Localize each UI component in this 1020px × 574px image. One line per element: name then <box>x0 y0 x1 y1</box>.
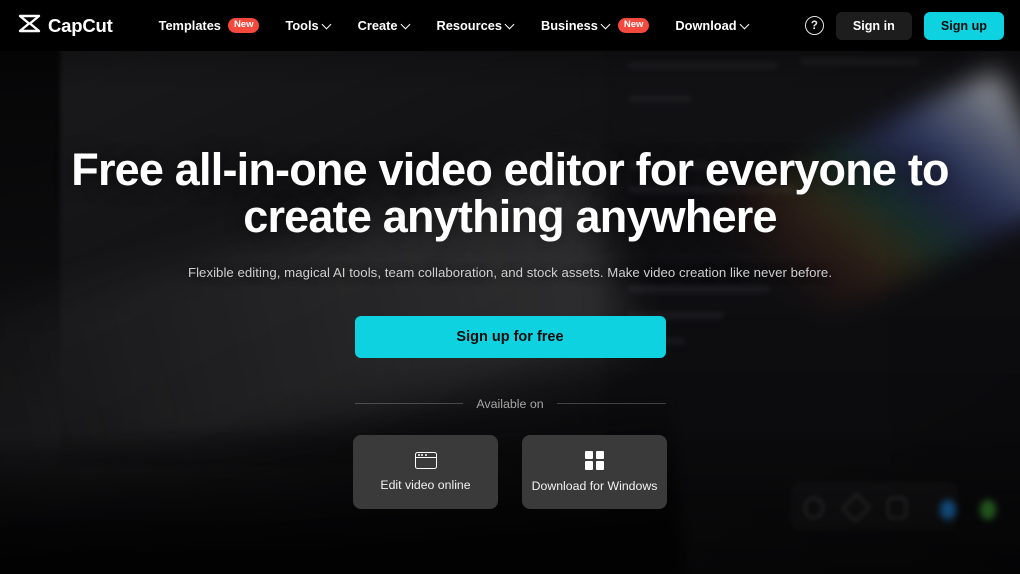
nav-item-create[interactable]: Create <box>348 12 421 39</box>
badge-new: New <box>617 18 650 33</box>
brand-logo[interactable]: CapCut <box>18 14 113 38</box>
nav-label: Download <box>675 18 737 33</box>
hero-subtitle: Flexible editing, magical AI tools, team… <box>187 264 833 280</box>
sign-up-for-free-button[interactable]: Sign up for free <box>354 315 666 358</box>
platform-label: Download for Windows <box>531 478 658 493</box>
platform-options: Edit video online Download for Windows <box>353 434 667 509</box>
download-for-windows-card[interactable]: Download for Windows <box>522 434 667 509</box>
primary-navigation: Templates New Tools Create Resources Bus… <box>149 12 760 39</box>
nav-item-tools[interactable]: Tools <box>275 12 341 39</box>
chevron-down-icon <box>323 20 332 29</box>
brand-name: CapCut <box>48 14 113 36</box>
chevron-down-icon <box>402 20 411 29</box>
sign-up-button[interactable]: Sign up <box>923 11 1004 40</box>
help-icon[interactable]: ? <box>804 16 824 35</box>
chevron-down-icon <box>741 20 750 29</box>
nav-label: Create <box>357 18 398 33</box>
chevron-down-icon <box>506 20 515 29</box>
chevron-down-icon <box>602 20 611 29</box>
nav-item-download[interactable]: Download <box>665 12 759 39</box>
nav-item-resources[interactable]: Resources <box>427 12 525 39</box>
divider-rule-right <box>556 403 666 405</box>
hero-section: Free all-in-one video editor for everyon… <box>0 51 1020 574</box>
capcut-landing-page: CapCut Templates New Tools Create Resour… <box>0 0 1020 574</box>
available-on-divider: Available on <box>354 396 666 411</box>
windows-logo-icon <box>585 450 604 470</box>
sign-in-button[interactable]: Sign in <box>835 11 912 40</box>
page-title: Free all-in-one video editor for everyon… <box>60 144 960 242</box>
platform-label: Edit video online <box>380 477 471 492</box>
browser-window-icon <box>414 451 437 469</box>
available-on-label: Available on <box>476 396 544 411</box>
nav-label: Templates <box>158 18 221 33</box>
nav-label: Business <box>540 18 598 33</box>
header-actions: ? Sign in Sign up <box>804 11 1004 40</box>
edit-video-online-card[interactable]: Edit video online <box>353 434 498 509</box>
headline-line-2: create anything anywhere <box>243 190 777 242</box>
nav-label: Tools <box>285 18 319 33</box>
site-header: CapCut Templates New Tools Create Resour… <box>0 0 1020 51</box>
headline-line-1: Free all-in-one video editor for everyon… <box>71 144 949 195</box>
divider-rule-left <box>354 403 464 405</box>
badge-new: New <box>227 18 260 33</box>
capcut-logo-icon <box>18 14 41 38</box>
nav-label: Resources <box>436 18 502 33</box>
nav-item-business[interactable]: Business New <box>531 12 659 39</box>
nav-item-templates[interactable]: Templates New <box>149 12 270 39</box>
